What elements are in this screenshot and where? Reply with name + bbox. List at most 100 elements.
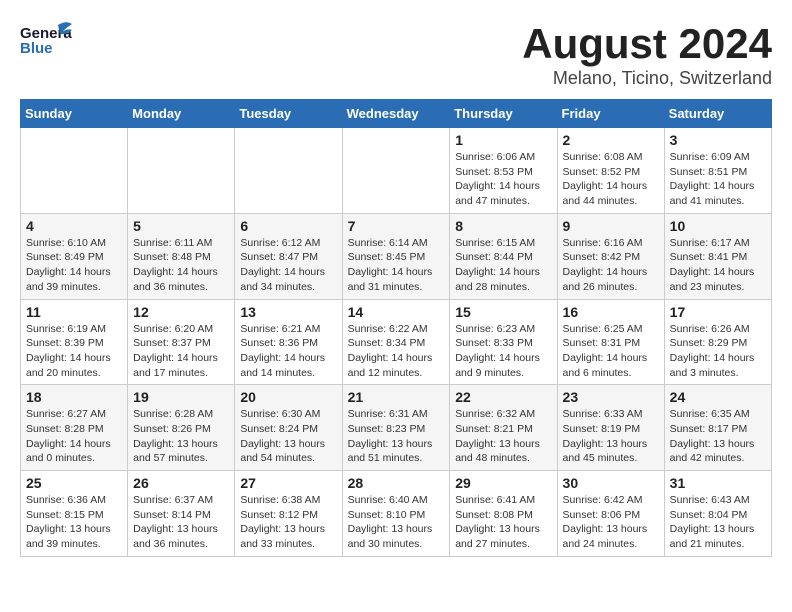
day-number: 24 xyxy=(670,389,766,405)
calendar-cell xyxy=(128,128,235,214)
day-info: Sunrise: 6:21 AM Sunset: 8:36 PM Dayligh… xyxy=(240,322,336,381)
svg-text:Blue: Blue xyxy=(20,40,53,57)
header: General Blue August 2024 Melano, Ticino,… xyxy=(20,20,772,89)
day-number: 25 xyxy=(26,475,122,491)
calendar-cell: 30Sunrise: 6:42 AM Sunset: 8:06 PM Dayli… xyxy=(557,471,664,557)
calendar-cell: 4 Sunrise: 6:10 AM Sunset: 8:49 PM Daylig… xyxy=(21,213,128,299)
day-number: 9 xyxy=(563,218,659,234)
day-number: 30 xyxy=(563,475,659,491)
week-row-0: 1 Sunrise: 6:06 AM Sunset: 8:53 PM Daylig… xyxy=(21,128,772,214)
calendar-cell: 8 Sunrise: 6:15 AM Sunset: 8:44 PM Daylig… xyxy=(450,213,557,299)
day-info: Sunrise: 6:08 AM Sunset: 8:52 PM Dayligh… xyxy=(563,150,659,209)
calendar-cell: 23 Sunrise: 6:33 AM Sunset: 8:19 PM Dayli… xyxy=(557,385,664,471)
day-info: Sunrise: 6:40 AM Sunset: 8:10 PM Dayligh… xyxy=(348,493,445,552)
calendar-table: SundayMondayTuesdayWednesdayThursdayFrid… xyxy=(20,99,772,557)
day-info: Sunrise: 6:43 AM Sunset: 8:04 PM Dayligh… xyxy=(670,493,766,552)
calendar-cell: 28 Sunrise: 6:40 AM Sunset: 8:10 PM Dayli… xyxy=(342,471,450,557)
day-info: Sunrise: 6:23 AM Sunset: 8:33 PM Dayligh… xyxy=(455,322,551,381)
calendar-cell: 15Sunrise: 6:23 AM Sunset: 8:33 PM Dayli… xyxy=(450,299,557,385)
day-number: 27 xyxy=(240,475,336,491)
day-info: Sunrise: 6:15 AM Sunset: 8:44 PM Dayligh… xyxy=(455,236,551,295)
week-row-4: 25 Sunrise: 6:36 AM Sunset: 8:15 PM Dayli… xyxy=(21,471,772,557)
day-info: Sunrise: 6:10 AM Sunset: 8:49 PM Dayligh… xyxy=(26,236,122,295)
calendar-cell xyxy=(235,128,342,214)
day-info: Sunrise: 6:14 AM Sunset: 8:45 PM Dayligh… xyxy=(348,236,445,295)
weekday-header-thursday: Thursday xyxy=(450,100,557,128)
calendar-subtitle: Melano, Ticino, Switzerland xyxy=(522,68,772,89)
calendar-cell: 6Sunrise: 6:12 AM Sunset: 8:47 PM Daylig… xyxy=(235,213,342,299)
day-number: 19 xyxy=(133,389,229,405)
calendar-cell xyxy=(21,128,128,214)
day-info: Sunrise: 6:33 AM Sunset: 8:19 PM Dayligh… xyxy=(563,407,659,466)
day-info: Sunrise: 6:06 AM Sunset: 8:53 PM Dayligh… xyxy=(455,150,551,209)
title-area: August 2024 Melano, Ticino, Switzerland xyxy=(522,20,772,89)
weekday-header-saturday: Saturday xyxy=(664,100,771,128)
week-row-3: 18 Sunrise: 6:27 AM Sunset: 8:28 PM Dayli… xyxy=(21,385,772,471)
week-row-1: 4 Sunrise: 6:10 AM Sunset: 8:49 PM Daylig… xyxy=(21,213,772,299)
day-info: Sunrise: 6:17 AM Sunset: 8:41 PM Dayligh… xyxy=(670,236,766,295)
calendar-cell: 11Sunrise: 6:19 AM Sunset: 8:39 PM Dayli… xyxy=(21,299,128,385)
day-info: Sunrise: 6:27 AM Sunset: 8:28 PM Dayligh… xyxy=(26,407,122,466)
calendar-cell: 18 Sunrise: 6:27 AM Sunset: 8:28 PM Dayli… xyxy=(21,385,128,471)
calendar-cell: 14Sunrise: 6:22 AM Sunset: 8:34 PM Dayli… xyxy=(342,299,450,385)
day-number: 20 xyxy=(240,389,336,405)
day-number: 6 xyxy=(240,218,336,234)
calendar-cell: 13 Sunrise: 6:21 AM Sunset: 8:36 PM Dayli… xyxy=(235,299,342,385)
day-number: 8 xyxy=(455,218,551,234)
calendar-cell: 26 Sunrise: 6:37 AM Sunset: 8:14 PM Dayli… xyxy=(128,471,235,557)
logo: General Blue xyxy=(20,20,72,64)
calendar-cell: 3 Sunrise: 6:09 AM Sunset: 8:51 PM Daylig… xyxy=(664,128,771,214)
weekday-header-tuesday: Tuesday xyxy=(235,100,342,128)
calendar-cell: 10 Sunrise: 6:17 AM Sunset: 8:41 PM Dayli… xyxy=(664,213,771,299)
calendar-cell: 22 Sunrise: 6:32 AM Sunset: 8:21 PM Dayli… xyxy=(450,385,557,471)
calendar-cell: 9 Sunrise: 6:16 AM Sunset: 8:42 PM Daylig… xyxy=(557,213,664,299)
day-info: Sunrise: 6:37 AM Sunset: 8:14 PM Dayligh… xyxy=(133,493,229,552)
day-number: 12 xyxy=(133,304,229,320)
day-number: 31 xyxy=(670,475,766,491)
day-number: 3 xyxy=(670,132,766,148)
calendar-cell: 16Sunrise: 6:25 AM Sunset: 8:31 PM Dayli… xyxy=(557,299,664,385)
day-number: 26 xyxy=(133,475,229,491)
day-info: Sunrise: 6:16 AM Sunset: 8:42 PM Dayligh… xyxy=(563,236,659,295)
calendar-cell: 2Sunrise: 6:08 AM Sunset: 8:52 PM Daylig… xyxy=(557,128,664,214)
weekday-header-row: SundayMondayTuesdayWednesdayThursdayFrid… xyxy=(21,100,772,128)
calendar-cell: 24Sunrise: 6:35 AM Sunset: 8:17 PM Dayli… xyxy=(664,385,771,471)
calendar-cell: 7 Sunrise: 6:14 AM Sunset: 8:45 PM Daylig… xyxy=(342,213,450,299)
week-row-2: 11Sunrise: 6:19 AM Sunset: 8:39 PM Dayli… xyxy=(21,299,772,385)
day-number: 23 xyxy=(563,389,659,405)
day-number: 17 xyxy=(670,304,766,320)
day-info: Sunrise: 6:36 AM Sunset: 8:15 PM Dayligh… xyxy=(26,493,122,552)
day-info: Sunrise: 6:30 AM Sunset: 8:24 PM Dayligh… xyxy=(240,407,336,466)
day-info: Sunrise: 6:26 AM Sunset: 8:29 PM Dayligh… xyxy=(670,322,766,381)
calendar-cell: 1 Sunrise: 6:06 AM Sunset: 8:53 PM Daylig… xyxy=(450,128,557,214)
day-info: Sunrise: 6:38 AM Sunset: 8:12 PM Dayligh… xyxy=(240,493,336,552)
day-number: 29 xyxy=(455,475,551,491)
day-info: Sunrise: 6:28 AM Sunset: 8:26 PM Dayligh… xyxy=(133,407,229,466)
day-info: Sunrise: 6:09 AM Sunset: 8:51 PM Dayligh… xyxy=(670,150,766,209)
calendar-cell: 25 Sunrise: 6:36 AM Sunset: 8:15 PM Dayli… xyxy=(21,471,128,557)
day-info: Sunrise: 6:32 AM Sunset: 8:21 PM Dayligh… xyxy=(455,407,551,466)
day-number: 7 xyxy=(348,218,445,234)
calendar-cell: 27 Sunrise: 6:38 AM Sunset: 8:12 PM Dayli… xyxy=(235,471,342,557)
calendar-cell: 21Sunrise: 6:31 AM Sunset: 8:23 PM Dayli… xyxy=(342,385,450,471)
weekday-header-friday: Friday xyxy=(557,100,664,128)
weekday-header-sunday: Sunday xyxy=(21,100,128,128)
day-info: Sunrise: 6:25 AM Sunset: 8:31 PM Dayligh… xyxy=(563,322,659,381)
day-info: Sunrise: 6:31 AM Sunset: 8:23 PM Dayligh… xyxy=(348,407,445,466)
day-number: 13 xyxy=(240,304,336,320)
calendar-cell: 5Sunrise: 6:11 AM Sunset: 8:48 PM Daylig… xyxy=(128,213,235,299)
calendar-cell: 31 Sunrise: 6:43 AM Sunset: 8:04 PM Dayli… xyxy=(664,471,771,557)
calendar-cell: 19 Sunrise: 6:28 AM Sunset: 8:26 PM Dayli… xyxy=(128,385,235,471)
day-number: 18 xyxy=(26,389,122,405)
day-number: 5 xyxy=(133,218,229,234)
day-number: 10 xyxy=(670,218,766,234)
day-info: Sunrise: 6:41 AM Sunset: 8:08 PM Dayligh… xyxy=(455,493,551,552)
day-number: 4 xyxy=(26,218,122,234)
calendar-cell: 12 Sunrise: 6:20 AM Sunset: 8:37 PM Dayli… xyxy=(128,299,235,385)
day-number: 28 xyxy=(348,475,445,491)
day-number: 22 xyxy=(455,389,551,405)
day-info: Sunrise: 6:20 AM Sunset: 8:37 PM Dayligh… xyxy=(133,322,229,381)
weekday-header-monday: Monday xyxy=(128,100,235,128)
day-number: 1 xyxy=(455,132,551,148)
calendar-title: August 2024 xyxy=(522,20,772,68)
